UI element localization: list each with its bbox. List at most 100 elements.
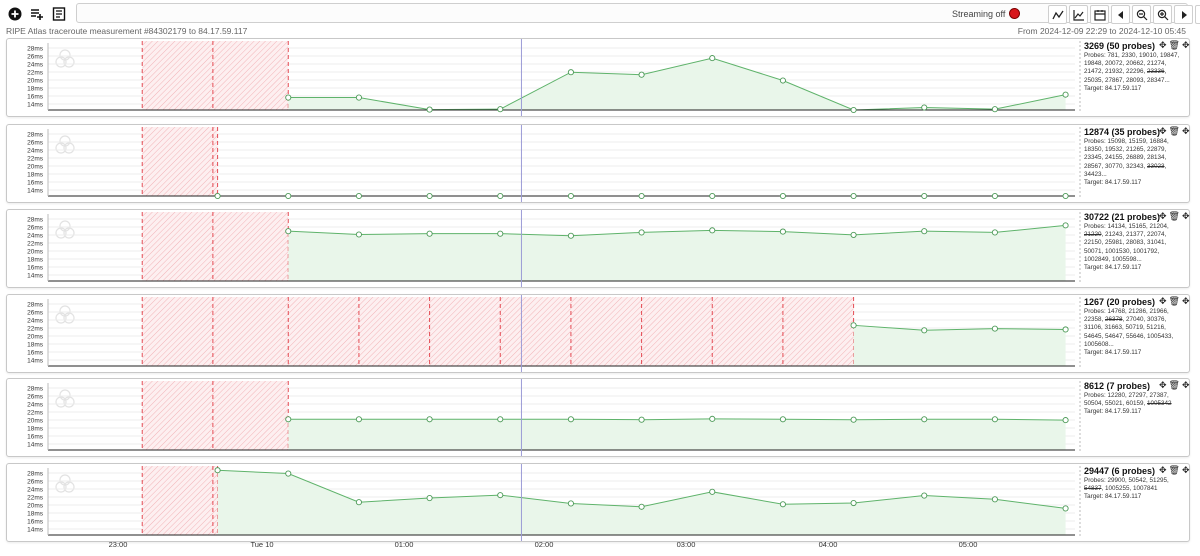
data-point[interactable]: [426, 106, 433, 113]
data-point[interactable]: [497, 106, 504, 113]
data-point[interactable]: [638, 229, 645, 236]
add-list-button[interactable]: [28, 5, 46, 23]
data-point[interactable]: [355, 192, 362, 200]
data-point[interactable]: [850, 499, 857, 507]
data-point[interactable]: [426, 494, 433, 502]
chart-panel-8612[interactable]: 28ms 26ms 24ms 22ms 20ms 18ms 16ms 14ms 8612 (7 …: [6, 378, 1190, 457]
data-point[interactable]: [709, 55, 716, 62]
data-point[interactable]: [285, 470, 292, 477]
data-point[interactable]: [779, 77, 786, 84]
data-point[interactable]: [709, 415, 716, 422]
data-point[interactable]: [285, 94, 292, 101]
move-icon[interactable]: ✥: [1182, 40, 1190, 51]
trash-icon[interactable]: 🗑: [1169, 380, 1180, 391]
streaming-toggle[interactable]: Streaming off: [952, 8, 1021, 19]
trash-icon[interactable]: 🗑: [1169, 211, 1180, 222]
data-point[interactable]: [567, 416, 574, 423]
data-point[interactable]: [638, 503, 645, 510]
probe-excluded[interactable]: 21220: [1084, 231, 1102, 238]
data-point[interactable]: [1062, 505, 1069, 512]
data-point[interactable]: [779, 416, 786, 423]
trash-icon[interactable]: 🗑: [1169, 296, 1180, 307]
data-point[interactable]: [991, 229, 998, 236]
data-point[interactable]: [567, 500, 574, 507]
data-point[interactable]: [426, 416, 433, 423]
step-back-button[interactable]: [1111, 5, 1130, 24]
move-icon[interactable]: ✥: [1182, 126, 1190, 137]
chart-panel-3269[interactable]: 28ms 26ms 24ms 22ms 20ms 18ms 16ms 14ms 3269 (50…: [6, 38, 1190, 117]
data-point[interactable]: [355, 499, 362, 506]
data-point[interactable]: [921, 492, 928, 499]
move-icon[interactable]: ✥: [1182, 380, 1190, 391]
data-point[interactable]: [921, 327, 928, 334]
probe-excluded[interactable]: 1005342: [1147, 400, 1172, 407]
drag-handle-icon[interactable]: ✥: [1159, 296, 1167, 307]
line-chart-button[interactable]: [1048, 5, 1067, 24]
data-point[interactable]: [285, 228, 292, 235]
data-point[interactable]: [567, 232, 574, 239]
data-point[interactable]: [921, 228, 928, 235]
drag-handle-icon[interactable]: ✥: [1159, 465, 1167, 476]
probe-excluded[interactable]: 54837: [1084, 485, 1102, 492]
skip-end-button[interactable]: [1195, 5, 1200, 24]
add-probe-button[interactable]: [6, 5, 24, 23]
chart-panel-1267[interactable]: 28ms 26ms 24ms 22ms 20ms 18ms 16ms 14ms 1267 (20…: [6, 294, 1190, 373]
drag-handle-icon[interactable]: ✥: [1159, 40, 1167, 51]
data-point[interactable]: [285, 192, 292, 200]
zoom-in-button[interactable]: [1153, 5, 1172, 24]
data-point[interactable]: [921, 192, 928, 200]
data-point[interactable]: [497, 492, 504, 499]
data-point[interactable]: [638, 71, 645, 78]
chart-panel-30722[interactable]: 28ms 26ms 24ms 22ms 20ms 18ms 16ms 14ms 30722 (2…: [6, 209, 1190, 288]
trash-icon[interactable]: 🗑: [1169, 40, 1180, 51]
move-icon[interactable]: ✥: [1182, 211, 1190, 222]
data-point[interactable]: [497, 416, 504, 423]
data-point[interactable]: [850, 322, 857, 329]
trash-icon[interactable]: 🗑: [1169, 465, 1180, 476]
move-icon[interactable]: ✥: [1182, 465, 1190, 476]
move-icon[interactable]: ✥: [1182, 296, 1190, 307]
data-point[interactable]: [426, 230, 433, 237]
trash-icon[interactable]: 🗑: [1169, 126, 1180, 137]
drag-handle-icon[interactable]: ✥: [1159, 211, 1167, 222]
data-point[interactable]: [567, 192, 574, 200]
data-point[interactable]: [355, 231, 362, 238]
data-point[interactable]: [426, 192, 433, 200]
data-point[interactable]: [709, 192, 716, 200]
data-point[interactable]: [285, 416, 292, 423]
open-report-button[interactable]: [50, 5, 68, 23]
data-point[interactable]: [779, 501, 786, 508]
data-point[interactable]: [638, 192, 645, 200]
area-chart-button[interactable]: [1069, 5, 1088, 24]
zoom-out-button[interactable]: [1132, 5, 1151, 24]
data-point[interactable]: [991, 325, 998, 332]
data-point[interactable]: [991, 496, 998, 503]
data-point[interactable]: [991, 416, 998, 423]
data-point[interactable]: [921, 416, 928, 423]
data-point[interactable]: [355, 94, 362, 101]
data-point[interactable]: [991, 106, 998, 113]
data-point[interactable]: [779, 228, 786, 235]
data-point[interactable]: [1062, 222, 1069, 229]
data-point[interactable]: [1062, 417, 1069, 424]
probe-excluded[interactable]: 23336: [1147, 68, 1165, 75]
data-point[interactable]: [497, 230, 504, 237]
data-point[interactable]: [709, 488, 716, 495]
data-point[interactable]: [355, 416, 362, 423]
data-point[interactable]: [638, 416, 645, 423]
data-point[interactable]: [1062, 192, 1069, 200]
data-point[interactable]: [850, 231, 857, 238]
drag-handle-icon[interactable]: ✥: [1159, 380, 1167, 391]
step-forward-button[interactable]: [1174, 5, 1193, 24]
data-point[interactable]: [921, 104, 928, 111]
calendar-button[interactable]: [1090, 5, 1109, 24]
data-point[interactable]: [779, 192, 786, 200]
chart-panel-29447[interactable]: 28ms 26ms 24ms 22ms 20ms 18ms 16ms 14ms 29447 (6…: [6, 463, 1190, 542]
chart-panel-12874[interactable]: 28ms 26ms 24ms 22ms 20ms 18ms 16ms 14ms 12874 (3…: [6, 124, 1190, 203]
data-point[interactable]: [214, 467, 221, 474]
data-point[interactable]: [850, 106, 857, 114]
data-point[interactable]: [850, 416, 857, 423]
data-point[interactable]: [991, 192, 998, 200]
data-point[interactable]: [1062, 91, 1069, 98]
data-point[interactable]: [214, 192, 221, 200]
